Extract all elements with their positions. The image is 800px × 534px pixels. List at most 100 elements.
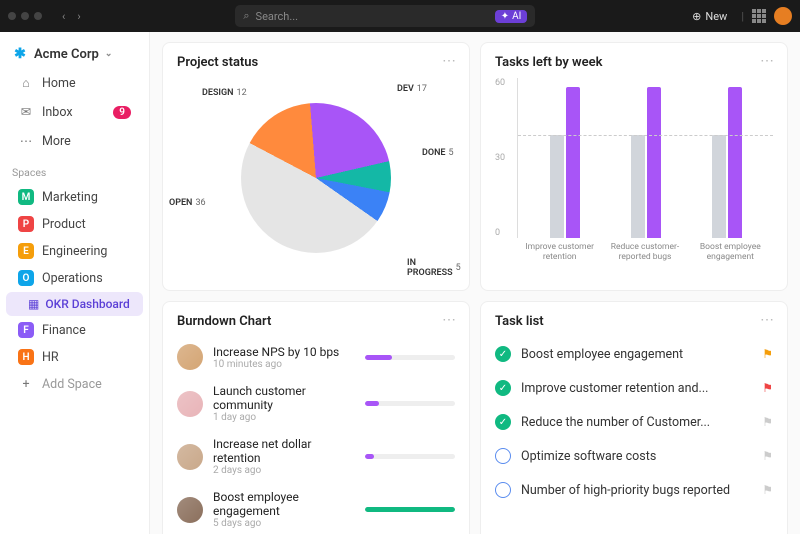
space-item-marketing[interactable]: MMarketing bbox=[6, 184, 143, 210]
burndown-title: Increase net dollar retention bbox=[213, 437, 355, 465]
space-icon: P bbox=[18, 216, 34, 232]
forward-button[interactable]: › bbox=[73, 8, 84, 25]
bar-category-label: Boost employee engagement bbox=[695, 242, 765, 262]
burndown-item[interactable]: Boost employee engagement 5 days ago bbox=[177, 483, 455, 534]
nav-label: Inbox bbox=[42, 105, 73, 120]
burndown-title: Launch customer community bbox=[213, 384, 355, 412]
pie-label: IN PROGRESS 5 bbox=[407, 258, 461, 278]
nav-label: Home bbox=[42, 76, 76, 91]
bar-category-label: Improve customer retention bbox=[525, 242, 595, 262]
avatar bbox=[177, 344, 203, 370]
section-label: Spaces bbox=[0, 156, 149, 183]
ai-chip[interactable]: ✦ AI bbox=[495, 10, 528, 23]
task-label: Improve customer retention and... bbox=[521, 381, 708, 396]
apps-icon[interactable] bbox=[752, 9, 766, 23]
pie-label: OPEN 36 bbox=[169, 198, 206, 208]
sub-item-label: OKR Dashboard bbox=[45, 297, 129, 311]
card-menu-icon[interactable]: ⋯ bbox=[760, 53, 775, 69]
progress-bar bbox=[365, 401, 455, 406]
burndown-title: Boost employee engagement bbox=[213, 490, 355, 518]
check-done-icon[interactable]: ✓ bbox=[495, 380, 511, 396]
nav-inbox[interactable]: ✉ Inbox 9 bbox=[6, 98, 143, 126]
check-done-icon[interactable]: ✓ bbox=[495, 414, 511, 430]
nav-label: More bbox=[42, 134, 71, 149]
nav-more[interactable]: ⋯ More bbox=[6, 127, 143, 155]
home-icon: ⌂ bbox=[18, 75, 34, 91]
space-icon: H bbox=[18, 349, 34, 365]
pie-chart: OPEN 36DESIGN 12DEV 17DONE 5IN PROGRESS … bbox=[177, 78, 455, 278]
space-icon: F bbox=[18, 322, 34, 338]
inbox-icon: ✉ bbox=[18, 104, 34, 120]
space-icon: M bbox=[18, 189, 34, 205]
burndown-item[interactable]: Increase NPS by 10 bps 10 minutes ago bbox=[177, 337, 455, 377]
space-label: HR bbox=[42, 350, 59, 365]
progress-bar bbox=[365, 454, 455, 459]
task-item[interactable]: Optimize software costs ⚑ bbox=[495, 439, 773, 473]
flag-icon[interactable]: ⚑ bbox=[762, 415, 773, 429]
add-space-button[interactable]: + Add Space bbox=[6, 371, 143, 397]
space-label: Operations bbox=[42, 271, 103, 286]
card-title: Tasks left by week bbox=[495, 55, 773, 70]
pie-label: DESIGN 12 bbox=[202, 88, 247, 98]
space-item-finance[interactable]: F Finance bbox=[6, 317, 143, 343]
pie-label: DONE 5 bbox=[422, 148, 454, 158]
space-icon: E bbox=[18, 243, 34, 259]
task-label: Optimize software costs bbox=[521, 449, 656, 464]
card-menu-icon[interactable]: ⋯ bbox=[760, 312, 775, 328]
space-item-operations[interactable]: O Operations bbox=[6, 265, 143, 291]
flag-icon[interactable]: ⚑ bbox=[762, 449, 773, 463]
burndown-item[interactable]: Increase net dollar retention 2 days ago bbox=[177, 430, 455, 483]
org-switcher[interactable]: ✱ Acme Corp ⌄ bbox=[0, 40, 149, 68]
flag-icon[interactable]: ⚑ bbox=[762, 347, 773, 361]
bar-group bbox=[618, 87, 674, 238]
nav-arrows: ‹ › bbox=[58, 8, 85, 25]
topbar: ‹ › ⌕ Search... ✦ AI ⊕New | bbox=[0, 0, 800, 32]
bar-chart: 60300 Improve customer retentionReduce c… bbox=[495, 78, 773, 278]
progress-bar bbox=[365, 355, 455, 360]
card-menu-icon[interactable]: ⋯ bbox=[442, 312, 457, 328]
card-title: Burndown Chart bbox=[177, 314, 455, 329]
task-item[interactable]: ✓ Boost employee engagement ⚑ bbox=[495, 337, 773, 371]
check-open-icon[interactable] bbox=[495, 448, 511, 464]
task-item[interactable]: ✓ Improve customer retention and... ⚑ bbox=[495, 371, 773, 405]
card-project-status: Project status ⋯ OPEN 36DESIGN 12DEV 17D… bbox=[162, 42, 470, 291]
plus-icon: ⊕ bbox=[692, 10, 701, 23]
check-open-icon[interactable] bbox=[495, 482, 511, 498]
progress-bar bbox=[365, 507, 455, 512]
flag-icon[interactable]: ⚑ bbox=[762, 381, 773, 395]
task-label: Number of high-priority bugs reported bbox=[521, 483, 730, 498]
avatar bbox=[177, 497, 203, 523]
burndown-sub: 2 days ago bbox=[213, 465, 355, 476]
bar bbox=[631, 135, 645, 238]
burndown-sub: 1 day ago bbox=[213, 412, 355, 423]
search-input[interactable]: ⌕ Search... ✦ AI bbox=[235, 5, 535, 27]
sub-item-okr-dashboard[interactable]: ▦OKR Dashboard bbox=[6, 292, 143, 316]
back-button[interactable]: ‹ bbox=[58, 8, 69, 25]
pie-label: DEV 17 bbox=[397, 84, 427, 94]
bar-group bbox=[537, 87, 593, 238]
bar-group bbox=[699, 87, 755, 238]
task-item[interactable]: Number of high-priority bugs reported ⚑ bbox=[495, 473, 773, 507]
space-item-engineering[interactable]: EEngineering bbox=[6, 238, 143, 264]
nav-home[interactable]: ⌂ Home bbox=[6, 69, 143, 97]
bar bbox=[728, 87, 742, 238]
org-icon: ✱ bbox=[12, 46, 28, 62]
plus-icon: + bbox=[18, 376, 34, 392]
search-icon: ⌕ bbox=[243, 9, 249, 23]
space-label: Product bbox=[42, 217, 86, 232]
space-label: Finance bbox=[42, 323, 86, 338]
burndown-item[interactable]: Launch customer community 1 day ago bbox=[177, 377, 455, 430]
space-item-product[interactable]: P Product bbox=[6, 211, 143, 237]
flag-icon[interactable]: ⚑ bbox=[762, 483, 773, 497]
space-item-hr[interactable]: H HR bbox=[6, 344, 143, 370]
new-button[interactable]: ⊕New bbox=[686, 7, 733, 26]
check-done-icon[interactable]: ✓ bbox=[495, 346, 511, 362]
task-label: Boost employee engagement bbox=[521, 347, 683, 362]
task-item[interactable]: ✓Reduce the number of Customer... ⚑ bbox=[495, 405, 773, 439]
bar bbox=[712, 135, 726, 238]
user-avatar[interactable] bbox=[774, 7, 792, 25]
space-icon: O bbox=[18, 270, 34, 286]
bar-category-label: Reduce customer-reported bugs bbox=[610, 242, 680, 262]
burndown-sub: 10 minutes ago bbox=[213, 359, 355, 370]
card-menu-icon[interactable]: ⋯ bbox=[442, 53, 457, 69]
